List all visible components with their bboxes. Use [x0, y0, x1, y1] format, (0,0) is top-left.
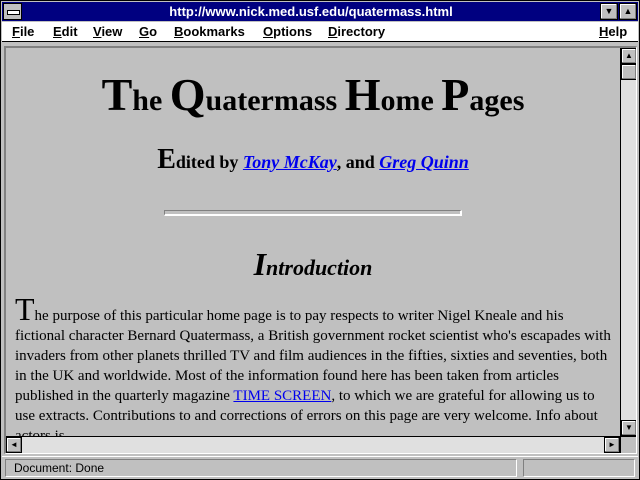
page-title: The Quatermass Home Pages	[101, 69, 525, 120]
minimize-button[interactable]: ▼	[600, 3, 618, 20]
time-screen-link[interactable]: TIME SCREEN	[233, 388, 331, 404]
editors-line: Edited by Tony McKay, and Greg Quinn	[157, 144, 469, 175]
menu-bookmarks[interactable]: Bookmarks	[174, 24, 245, 40]
menu-view[interactable]: View	[93, 24, 122, 40]
menu-options[interactable]: Options	[263, 24, 312, 40]
menu-go[interactable]: Go	[139, 24, 157, 40]
maximize-button[interactable]: ▲	[619, 3, 637, 20]
document-view: The Quatermass Home Pages Edited by Tony…	[6, 48, 620, 436]
scroll-right-button[interactable]: ►	[604, 437, 620, 453]
progress-indicator	[523, 459, 635, 477]
menu-help[interactable]: Help	[599, 24, 627, 40]
scroll-up-button[interactable]: ▲	[621, 48, 636, 64]
menu-directory[interactable]: Directory	[328, 24, 385, 40]
menu-file[interactable]: File	[12, 24, 34, 40]
editor-link-greg-quinn[interactable]: Greg Quinn	[379, 152, 469, 172]
status-text: Document: Done	[5, 459, 517, 477]
intro-paragraph: The purpose of this particular home page…	[15, 291, 611, 436]
horizontal-scrollbar[interactable]: ◄ ►	[6, 436, 620, 453]
vertical-scroll-thumb[interactable]	[621, 64, 636, 80]
menu-bar: File Edit View Go Bookmarks Options Dire…	[2, 22, 638, 42]
section-heading: Introduction	[253, 246, 373, 282]
vertical-scrollbar[interactable]: ▲ ▼	[620, 48, 636, 436]
status-bar: Document: Done	[2, 456, 638, 479]
browser-window: http://www.nick.med.usf.edu/quatermass.h…	[0, 0, 640, 480]
scrollbar-corner	[620, 436, 636, 453]
title-bar[interactable]: http://www.nick.med.usf.edu/quatermass.h…	[2, 2, 638, 21]
horizontal-rule	[164, 210, 462, 216]
scroll-left-button[interactable]: ◄	[6, 437, 22, 453]
scroll-down-button[interactable]: ▼	[621, 420, 636, 436]
editor-link-tony-mckay[interactable]: Tony McKay	[243, 152, 337, 172]
window-title: http://www.nick.med.usf.edu/quatermass.h…	[169, 4, 453, 19]
menu-edit[interactable]: Edit	[53, 24, 78, 40]
content-frame: The Quatermass Home Pages Edited by Tony…	[4, 46, 637, 454]
system-menu-icon[interactable]	[3, 3, 22, 20]
